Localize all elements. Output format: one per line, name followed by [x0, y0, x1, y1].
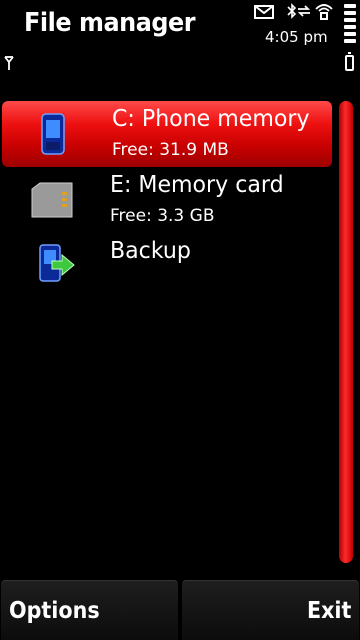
drive-list: C: Phone memory Free: 31.9 MB E: Memory … [0, 101, 332, 299]
bluetooth-icon [287, 3, 297, 19]
drive-name: C: Phone memory [112, 106, 310, 132]
exit-softkey[interactable]: Exit [182, 580, 359, 640]
options-softkey[interactable]: Options [1, 580, 178, 640]
sync-icon [297, 5, 311, 17]
backup-icon [39, 244, 75, 282]
options-label: Options [9, 597, 100, 624]
list-item-backup[interactable]: Backup [0, 233, 332, 299]
page-title: File manager [24, 8, 196, 38]
list-item-memory-card[interactable]: E: Memory card Free: 3.3 GB [0, 167, 332, 233]
battery-icon [345, 52, 354, 71]
drive-free-space: Free: 3.3 GB [110, 206, 215, 226]
memory-card-icon [31, 182, 73, 218]
list-item-phone-memory[interactable]: C: Phone memory Free: 31.9 MB [2, 101, 332, 167]
drive-free-space: Free: 31.9 MB [112, 140, 229, 160]
mail-icon [254, 5, 274, 19]
scrollbar[interactable] [339, 101, 353, 563]
signal-icon [4, 56, 14, 70]
scrollbar-thumb[interactable] [339, 101, 353, 563]
exit-label: Exit [306, 597, 351, 624]
battery-level-icon [344, 4, 356, 44]
wlan-icon [315, 4, 333, 20]
drive-name: Backup [110, 238, 191, 264]
phone-icon [41, 113, 65, 155]
drive-name: E: Memory card [110, 172, 284, 198]
clock: 4:05 pm [265, 28, 328, 46]
